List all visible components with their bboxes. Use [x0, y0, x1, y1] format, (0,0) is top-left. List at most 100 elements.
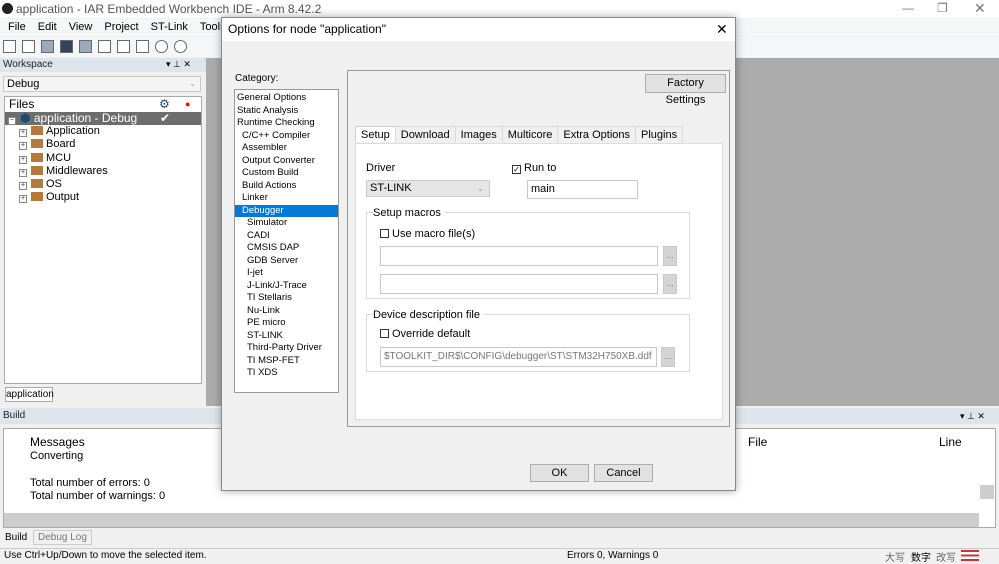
build-message-line [30, 463, 165, 476]
dialog-title-bar: Options for node "application" [222, 18, 735, 41]
category-item[interactable]: Output Converter [235, 155, 338, 168]
macro-browse-button-2[interactable]: ... [663, 274, 677, 294]
debug-log-tab[interactable]: Debug Log [33, 530, 92, 545]
gear-icon[interactable]: ⚙ [159, 97, 170, 112]
expand-icon[interactable]: + [19, 142, 27, 151]
tree-item-board[interactable]: + Board [5, 138, 201, 151]
tab-extra-options[interactable]: Extra Options [557, 126, 637, 142]
new-file-icon[interactable] [3, 40, 16, 53]
override-default-checkbox[interactable]: Override default [380, 328, 470, 340]
new-icon[interactable] [22, 40, 35, 53]
configuration-select[interactable]: Debug ⌄ [3, 76, 201, 92]
tree-root[interactable]: − ⬢ application - Debug ✔ [5, 112, 201, 125]
tab-multicore[interactable]: Multicore [501, 126, 559, 142]
macro-file-input-2[interactable] [380, 274, 658, 294]
undo-icon[interactable] [155, 40, 168, 53]
menu-edit[interactable]: Edit [38, 21, 57, 33]
cancel-button[interactable]: Cancel [594, 464, 653, 482]
category-item[interactable]: Runtime Checking [235, 117, 338, 130]
category-item[interactable]: Custom Build [235, 167, 338, 180]
paste-icon[interactable] [136, 40, 149, 53]
expand-icon[interactable]: + [19, 195, 27, 204]
ddf-path-input[interactable]: $TOOLKIT_DIR$\CONFIG\debugger\ST\STM32H7… [380, 347, 657, 367]
menu-project[interactable]: Project [104, 21, 138, 33]
ok-button[interactable]: OK [530, 464, 589, 482]
maximize-button[interactable]: ❐ [937, 1, 948, 15]
category-item[interactable]: GDB Server [235, 255, 338, 268]
category-item[interactable]: Linker [235, 192, 338, 205]
build-message-line: Converting [30, 450, 84, 462]
category-item[interactable]: PE micro [235, 317, 338, 330]
build-panel-controls[interactable]: ▾ ⊥ ✕ [960, 411, 985, 422]
messages-column-header[interactable]: Messages [30, 435, 85, 449]
macro-file-input-1[interactable] [380, 246, 658, 266]
tree-item-middlewares[interactable]: + Middlewares [5, 165, 201, 178]
tree-item-label: MCU [46, 151, 72, 164]
category-item[interactable]: TI XDS [235, 367, 338, 380]
close-button[interactable]: ✕ [974, 0, 986, 17]
category-list[interactable]: General Options Static Analysis Runtime Ch… [234, 89, 339, 393]
breakpoint-dot-icon: ● [185, 99, 191, 109]
category-item[interactable]: C/C++ Compiler [235, 130, 338, 143]
build-tab[interactable]: Build [5, 532, 27, 543]
workspace-tab[interactable]: application [5, 387, 54, 402]
use-macro-label: Use macro file(s) [392, 228, 476, 240]
tree-item-output[interactable]: + Output [5, 191, 201, 204]
category-item[interactable]: ST-LINK [235, 330, 338, 343]
driver-select[interactable]: ST-LINK ⌄ [366, 180, 490, 197]
tree-item-os[interactable]: + OS [5, 178, 201, 191]
title-bar: application - IAR Embedded Workbench IDE… [0, 0, 999, 18]
use-macro-checkbox[interactable]: Use macro file(s) [380, 228, 475, 240]
horizontal-scrollbar[interactable] [4, 513, 979, 527]
menu-file[interactable]: File [8, 21, 26, 33]
category-item[interactable]: Third-Party Driver [235, 342, 338, 355]
print-icon[interactable] [79, 40, 92, 53]
category-item[interactable]: TI MSP-FET [235, 355, 338, 368]
tree-item-application[interactable]: + Application [5, 125, 201, 138]
copy-icon[interactable] [117, 40, 130, 53]
run-to-input[interactable]: main [527, 180, 638, 199]
tab-download[interactable]: Download [394, 126, 456, 142]
category-item[interactable]: J-Link/J-Trace [235, 280, 338, 293]
save-all-icon[interactable] [60, 40, 73, 53]
category-label: Category: [235, 73, 279, 84]
category-item[interactable]: General Options [235, 92, 338, 105]
category-item[interactable]: Simulator [235, 217, 338, 230]
vertical-scrollbar[interactable] [980, 485, 994, 499]
cut-icon[interactable] [98, 40, 111, 53]
checkbox-unchecked-icon [380, 229, 389, 238]
category-item[interactable]: TI Stellaris [235, 292, 338, 305]
menu-st-link[interactable]: ST-Link [151, 21, 188, 33]
save-icon[interactable] [41, 40, 54, 53]
category-item[interactable]: Assembler [235, 142, 338, 155]
tab-setup[interactable]: Setup [355, 126, 396, 142]
expand-icon[interactable]: + [19, 155, 27, 164]
file-column-header[interactable]: File [748, 435, 767, 449]
panel-controls[interactable]: ▾ ⊥ ✕ [166, 59, 191, 70]
line-column-header[interactable]: Line [939, 435, 962, 449]
tree-item-mcu[interactable]: + MCU [5, 152, 201, 165]
category-item[interactable]: Debugger [235, 204, 338, 217]
redo-icon[interactable] [174, 40, 187, 53]
category-item[interactable]: I-jet [235, 267, 338, 280]
workspace-panel: Workspace ▾ ⊥ ✕ Debug ⌄ Files ⚙ ● − ⬢ appl… [0, 58, 206, 406]
category-item[interactable]: Build Actions [235, 180, 338, 193]
tab-images[interactable]: Images [454, 126, 503, 142]
expand-icon[interactable]: + [19, 182, 27, 191]
expand-icon[interactable]: + [19, 168, 27, 177]
category-item[interactable]: CMSIS DAP [235, 242, 338, 255]
category-item[interactable]: CADI [235, 230, 338, 243]
ddf-browse-button[interactable]: ... [661, 347, 675, 367]
run-to-checkbox[interactable]: ✓ Run to [512, 162, 556, 174]
factory-settings-button[interactable]: Factory Settings [645, 74, 726, 106]
dialog-close-button[interactable]: ✕ [716, 21, 728, 38]
category-item[interactable]: Static Analysis [235, 105, 338, 118]
folder-icon [31, 165, 43, 175]
menu-view[interactable]: View [69, 21, 93, 33]
expand-icon[interactable]: + [19, 129, 27, 137]
category-item[interactable]: Nu-Link [235, 305, 338, 318]
tree-item-label: Output [46, 191, 80, 204]
minimize-button[interactable]: — [902, 1, 914, 15]
tab-plugins[interactable]: Plugins [635, 126, 684, 142]
macro-browse-button-1[interactable]: ... [663, 246, 677, 266]
